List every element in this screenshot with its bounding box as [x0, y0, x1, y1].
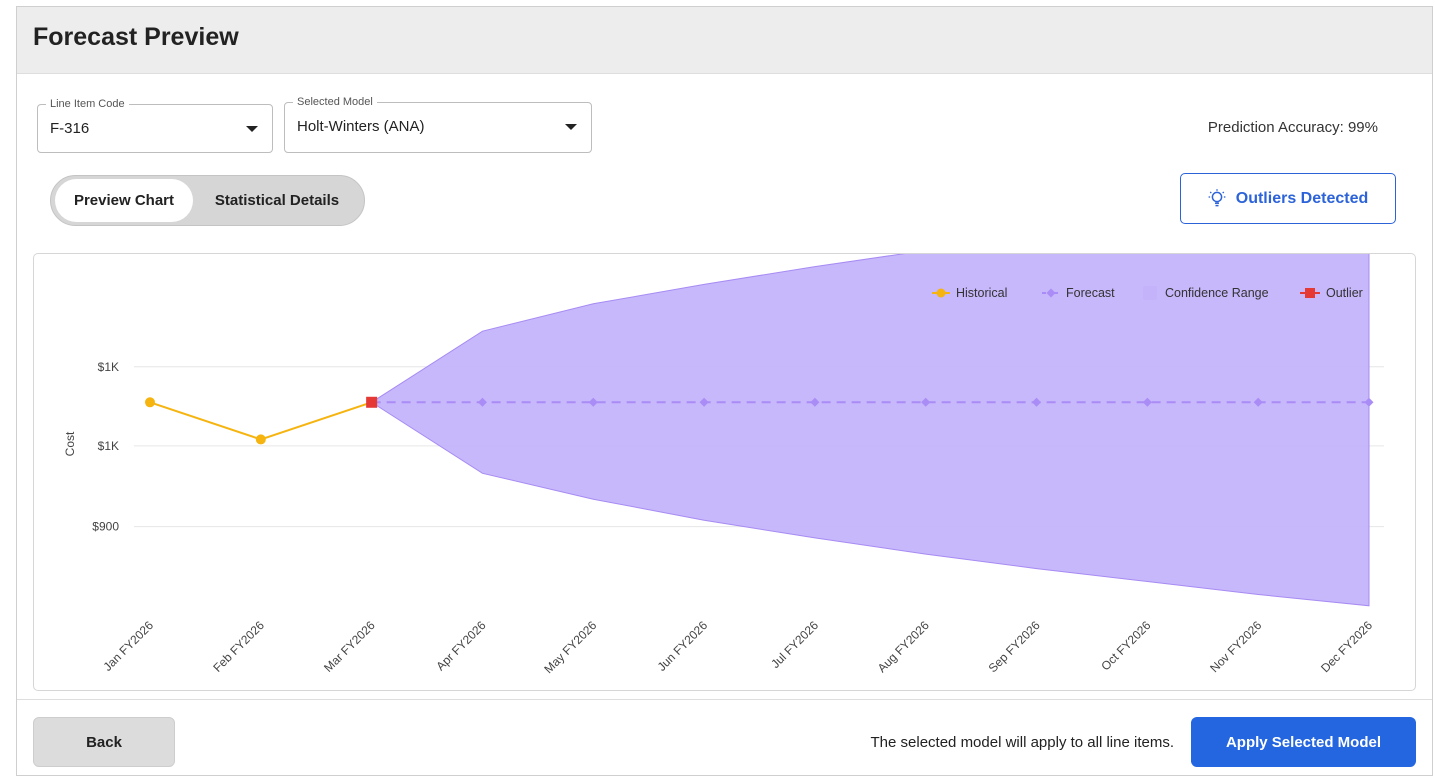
dialog-header: Forecast Preview	[17, 7, 1432, 74]
tab-preview-chart[interactable]: Preview Chart	[55, 179, 193, 222]
x-tick-label: Nov FY2026	[1207, 618, 1264, 675]
outliers-detected-button[interactable]: Outliers Detected	[1180, 173, 1396, 224]
chevron-down-icon	[246, 126, 258, 132]
selected-model-value: Holt-Winters (ANA)	[297, 118, 425, 135]
chevron-down-icon	[565, 124, 577, 130]
legend-historical-label: Historical	[956, 286, 1007, 300]
legend-confidence-label: Confidence Range	[1165, 286, 1269, 300]
historical-line	[149, 401, 372, 441]
legend-forecast-label: Forecast	[1066, 286, 1115, 300]
selected-model-select[interactable]: Selected Model Holt-Winters (ANA)	[284, 95, 592, 153]
x-tick-label: Sep FY2026	[986, 618, 1043, 675]
line-item-code-label: Line Item Code	[46, 97, 129, 111]
outliers-detected-label: Outliers Detected	[1235, 189, 1369, 207]
y-tick-label: $1K	[98, 439, 119, 453]
x-tick-label: Jan FY2026	[100, 618, 156, 674]
x-tick-label: Aug FY2026	[875, 618, 932, 675]
y-tick-label: $1K	[98, 360, 119, 374]
confidence-range-area	[370, 254, 1370, 607]
selected-model-label: Selected Model	[293, 95, 377, 109]
historical-point	[255, 434, 266, 445]
footer-divider	[17, 699, 1432, 700]
x-tick-label: Jul FY2026	[768, 618, 821, 671]
y-tick-label: $900	[92, 520, 119, 534]
legend-outlier-label: Outlier	[1326, 286, 1363, 300]
footer-note: The selected model will apply to all lin…	[870, 734, 1174, 751]
x-tick-label: Feb FY2026	[210, 618, 267, 675]
x-tick-label: Dec FY2026	[1318, 618, 1375, 675]
apply-selected-model-button[interactable]: Apply Selected Model	[1191, 717, 1416, 767]
x-tick-label: Apr FY2026	[433, 618, 488, 673]
forecast-preview-dialog: Forecast Preview Line Item Code F-316 Se…	[16, 6, 1433, 776]
back-button[interactable]: Back	[33, 717, 175, 767]
x-tick-label: Oct FY2026	[1098, 618, 1153, 673]
historical-point	[145, 397, 155, 408]
tab-statistical-details[interactable]: Statistical Details	[197, 179, 357, 222]
legend-historical-marker	[936, 288, 946, 298]
chart-svg: $1K $1K $900 Cost Jan FY2026 Feb FY2026 Mar FY…	[63, 254, 1384, 676]
lightbulb-icon	[1208, 188, 1226, 206]
y-axis-label: Cost	[63, 431, 77, 456]
x-tick-label: Mar FY2026	[321, 618, 378, 675]
page-title: Forecast Preview	[33, 23, 239, 51]
legend-confidence-swatch	[1143, 286, 1157, 300]
view-toggle: Preview Chart Statistical Details	[50, 175, 365, 226]
prediction-accuracy: Prediction Accuracy: 99%	[1207, 119, 1378, 136]
forecast-chart: $1K $1K $900 Cost Jan FY2026 Feb FY2026 Mar FY…	[33, 253, 1416, 691]
outlier-point	[366, 396, 378, 408]
legend-outlier-marker	[1305, 288, 1315, 298]
line-item-code-select[interactable]: Line Item Code F-316	[37, 97, 273, 153]
x-tick-label: Jun FY2026	[655, 618, 711, 674]
line-item-code-value: F-316	[50, 120, 90, 137]
x-tick-label: May FY2026	[541, 618, 599, 676]
